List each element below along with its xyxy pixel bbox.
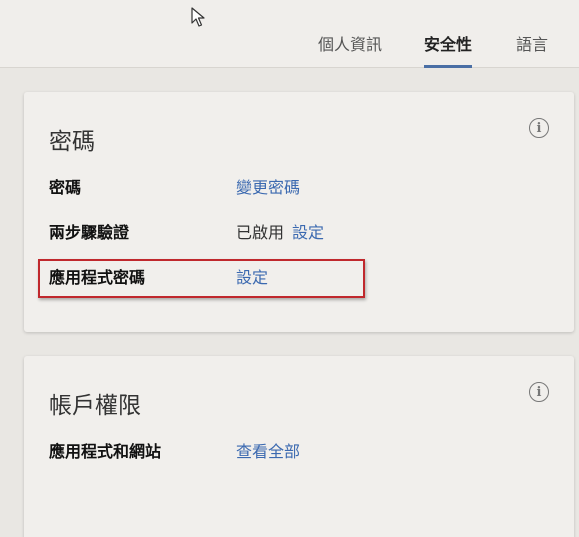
row-value-apps-sites: 查看全部 [236, 438, 300, 462]
row-label-apps-sites: 應用程式和網站 [49, 442, 162, 461]
row-label-password: 密碼 [49, 178, 82, 197]
top-navigation-bar: 個人資訊 安全性 語言 [0, 0, 579, 68]
tab-security[interactable]: 安全性 [424, 31, 473, 68]
view-all-link[interactable]: 查看全部 [236, 442, 300, 461]
two-step-settings-link[interactable]: 設定 [292, 223, 324, 242]
row-value-two-step: 已啟用 設定 [236, 219, 324, 243]
tab-personal-info[interactable]: 個人資訊 [318, 31, 382, 68]
row-label-app-passwords: 應用程式密碼 [49, 268, 146, 287]
tab-language[interactable]: 語言 [516, 31, 548, 68]
app-passwords-settings-link[interactable]: 設定 [236, 268, 268, 287]
two-step-status: 已啟用 [236, 223, 285, 242]
change-password-link[interactable]: 變更密碼 [236, 178, 300, 197]
info-icon[interactable]: i [529, 118, 549, 138]
password-card: 密碼 i 密碼 變更密碼 兩步驟驗證 已啟用 設定 應用程式密碼 設定 [24, 92, 574, 332]
row-label-two-step: 兩步驟驗證 [49, 223, 130, 242]
card-title-permissions: 帳戶權限 [49, 393, 141, 419]
account-permissions-card: 帳戶權限 i 應用程式和網站 查看全部 [24, 356, 574, 537]
mouse-cursor-icon [191, 7, 205, 27]
card-title-password: 密碼 [49, 129, 95, 155]
settings-tabs: 個人資訊 安全性 語言 [0, 31, 579, 68]
row-value-app-passwords: 設定 [236, 264, 268, 288]
row-value-password: 變更密碼 [236, 174, 300, 198]
info-icon[interactable]: i [529, 382, 549, 402]
